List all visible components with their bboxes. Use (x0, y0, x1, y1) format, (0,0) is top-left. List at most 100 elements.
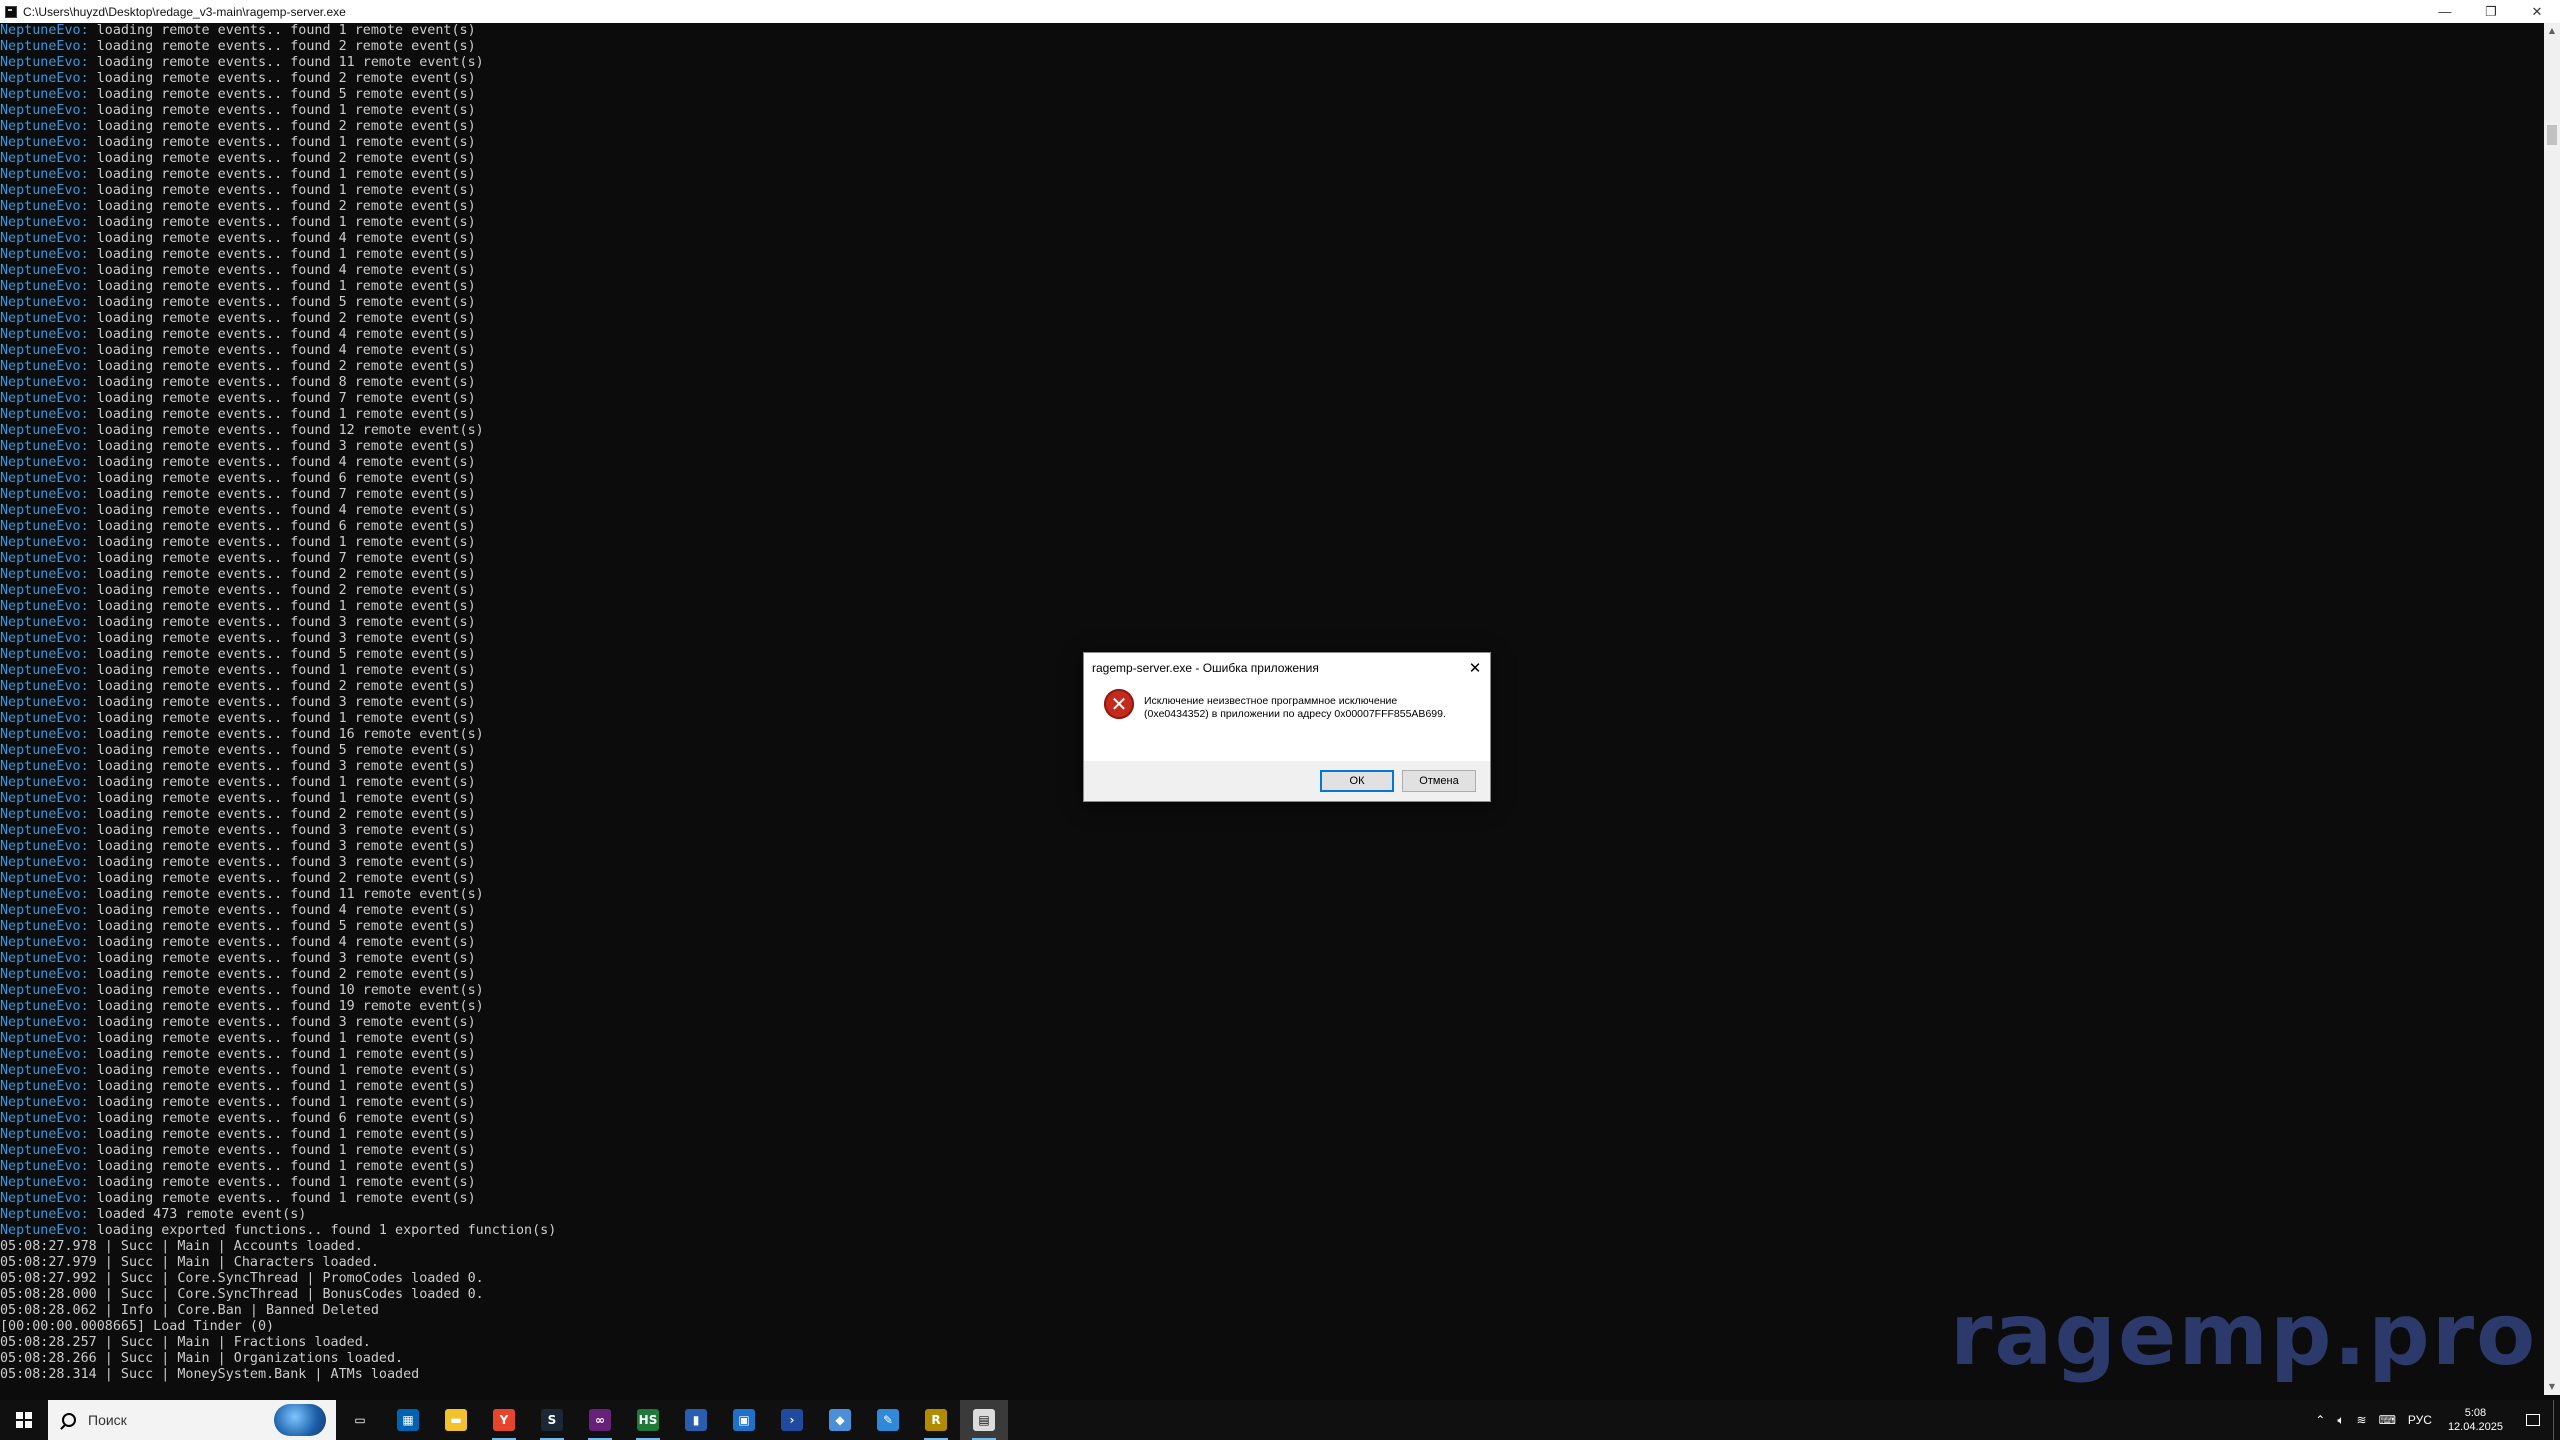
console-line-tag: NeptuneEvo: (0, 87, 89, 102)
console-line-text: loading remote events.. found 7 remote e… (88, 487, 476, 502)
console-line: NeptuneEvo: loading remote events.. foun… (0, 1143, 2544, 1159)
console-line-text: loading remote events.. found 4 remote e… (88, 503, 476, 518)
store-icon: ▦ (397, 1409, 419, 1431)
console-line-tag: NeptuneEvo: (0, 1015, 89, 1030)
dialog-close-button[interactable]: ✕ (1460, 653, 1490, 683)
taskbar-button-ragemp[interactable]: R (912, 1400, 960, 1440)
taskbar: Поиск ▭ ▦ ▬ Y S ∞ HS ▮ ▣ › ◆ ✎ R ▤ ⌃ 🔈︎ ≋ ⌨︎ РУС 5:08… (0, 1400, 2560, 1440)
console-line-text: loading remote events.. found 5 remote e… (88, 295, 476, 310)
console-line-text: loading remote events.. found 1 remote e… (88, 1191, 476, 1206)
taskbar-button-tool-app[interactable]: ◆ (816, 1400, 864, 1440)
console-line-tag: NeptuneEvo: (0, 1191, 89, 1206)
console-line: NeptuneEvo: loading remote events.. foun… (0, 135, 2544, 151)
hs-app-icon: HS (637, 1409, 659, 1431)
minimize-button[interactable]: — (2422, 0, 2468, 23)
notification-center-button[interactable] (2513, 1400, 2553, 1440)
console-line: NeptuneEvo: loading remote events.. foun… (0, 1159, 2544, 1175)
console-line-tag: NeptuneEvo: (0, 551, 89, 566)
console-line-tag: NeptuneEvo: (0, 295, 89, 310)
console-line-text: loading remote events.. found 2 remote e… (88, 359, 476, 374)
console-line-text: loading remote events.. found 3 remote e… (88, 439, 476, 454)
editor-app-icon: ✎ (877, 1409, 899, 1431)
console-scrollbar[interactable]: ▲ ▼ (2544, 23, 2560, 1395)
language-indicator[interactable]: РУС (2402, 1400, 2438, 1440)
tool-app-icon: ◆ (829, 1409, 851, 1431)
console-line-tag: NeptuneEvo: (0, 279, 89, 294)
console-line-text: loading remote events.. found 16 remote … (88, 727, 484, 742)
console-line-text: loading remote events.. found 3 remote e… (88, 695, 476, 710)
chart-app-icon: ▮ (685, 1409, 707, 1431)
scrollbar-thumb[interactable] (2547, 125, 2557, 145)
taskbar-button-chart-app[interactable]: ▮ (672, 1400, 720, 1440)
scroll-up-icon[interactable]: ▲ (2544, 23, 2560, 39)
close-button[interactable]: ✕ (2514, 0, 2560, 23)
input-method-icon[interactable]: ⌨︎ (2373, 1400, 2402, 1440)
console-line-text: loading remote events.. found 1 remote e… (88, 1079, 476, 1094)
search-highlight-icon (274, 1404, 326, 1436)
cancel-button[interactable]: Отмена (1402, 770, 1476, 792)
console-line-tag: NeptuneEvo: (0, 647, 89, 662)
taskbar-button-file-explorer[interactable]: ▬ (432, 1400, 480, 1440)
console-line-text: loading remote events.. found 3 remote e… (88, 631, 476, 646)
console-line-tag: NeptuneEvo: (0, 487, 89, 502)
console-line: NeptuneEvo: loading remote events.. foun… (0, 983, 2544, 999)
console-line: NeptuneEvo: loading remote events.. foun… (0, 71, 2544, 87)
volume-icon[interactable]: 🔈︎ (2331, 1400, 2350, 1440)
taskbar-button-store[interactable]: ▦ (384, 1400, 432, 1440)
console-line-tag: NeptuneEvo: (0, 231, 89, 246)
tray-clock[interactable]: 5:08 12.04.2025 (2438, 1406, 2513, 1434)
taskbar-button-visual-studio[interactable]: ∞ (576, 1400, 624, 1440)
console-line-tag: NeptuneEvo: (0, 375, 89, 390)
console-line-tag: NeptuneEvo: (0, 39, 89, 54)
maximize-button[interactable]: ❐ (2468, 0, 2514, 23)
search-input[interactable]: Поиск (88, 1412, 127, 1428)
console-line: NeptuneEvo: loading remote events.. foun… (0, 375, 2544, 391)
console-line-tag: NeptuneEvo: (0, 247, 89, 262)
taskbar-button-editor-app[interactable]: ✎ (864, 1400, 912, 1440)
dialog-message-line1: Исключение неизвестное программное исклю… (1144, 695, 1398, 707)
taskbar-button-task-view[interactable]: ▭ (336, 1400, 384, 1440)
console-line-text: loading remote events.. found 4 remote e… (88, 343, 476, 358)
taskbar-search[interactable]: Поиск (48, 1400, 336, 1440)
console-line-text: loading remote events.. found 3 remote e… (88, 759, 476, 774)
search-icon (62, 1413, 76, 1427)
console-line: NeptuneEvo: loading remote events.. foun… (0, 327, 2544, 343)
console-line-text: loading remote events.. found 4 remote e… (88, 455, 476, 470)
taskbar-button-steam[interactable]: S (528, 1400, 576, 1440)
console-line-tag: NeptuneEvo: (0, 1079, 89, 1094)
console-line-tag: NeptuneEvo: (0, 119, 89, 134)
console-line-text: 05:08:27.992 | Succ | Core.SyncThread | … (0, 1271, 484, 1286)
start-button[interactable] (0, 1400, 48, 1440)
console-line: NeptuneEvo: loading remote events.. foun… (0, 631, 2544, 647)
taskbar-button-hs-app[interactable]: HS (624, 1400, 672, 1440)
monitor-app-icon: ▣ (733, 1409, 755, 1431)
console-line-tag: NeptuneEvo: (0, 455, 89, 470)
console-line-text: loading remote events.. found 1 remote e… (88, 23, 476, 38)
console-line-tag: NeptuneEvo: (0, 407, 89, 422)
taskbar-button-yandex-browser[interactable]: Y (480, 1400, 528, 1440)
scroll-down-icon[interactable]: ▼ (2544, 1379, 2560, 1395)
console-line-tag: NeptuneEvo: (0, 215, 89, 230)
console-line-text: loading remote events.. found 11 remote … (88, 55, 484, 70)
ok-button[interactable]: ОК (1320, 770, 1394, 792)
console-line-text: loading remote events.. found 1 remote e… (88, 215, 476, 230)
console-line: NeptuneEvo: loading remote events.. foun… (0, 503, 2544, 519)
console-line-text: loading remote events.. found 4 remote e… (88, 231, 476, 246)
ragemp-icon: R (925, 1409, 947, 1431)
taskbar-button-monitor-app[interactable]: ▣ (720, 1400, 768, 1440)
taskbar-button-console-app[interactable]: ▤ (960, 1400, 1008, 1440)
dialog-title: ragemp-server.exe - Ошибка приложения (1092, 661, 1319, 675)
console-line-text: loading remote events.. found 2 remote e… (88, 119, 476, 134)
console-line-text: loading remote events.. found 1 remote e… (88, 1047, 476, 1062)
console-line-tag: NeptuneEvo: (0, 71, 89, 86)
console-line-text: loading exported functions.. found 1 exp… (88, 1223, 557, 1238)
console-line-tag: NeptuneEvo: (0, 503, 89, 518)
console-line-text: loading remote events.. found 4 remote e… (88, 903, 476, 918)
console-line-text: loading remote events.. found 3 remote e… (88, 1015, 476, 1030)
show-desktop-button[interactable] (2553, 1400, 2560, 1440)
taskbar-button-powershell[interactable]: › (768, 1400, 816, 1440)
console-line-tag: NeptuneEvo: (0, 1031, 89, 1046)
tray-overflow-icon[interactable]: ⌃ (2309, 1400, 2331, 1440)
network-icon[interactable]: ≋ (2351, 1400, 2373, 1440)
console-line: NeptuneEvo: loading remote events.. foun… (0, 151, 2544, 167)
